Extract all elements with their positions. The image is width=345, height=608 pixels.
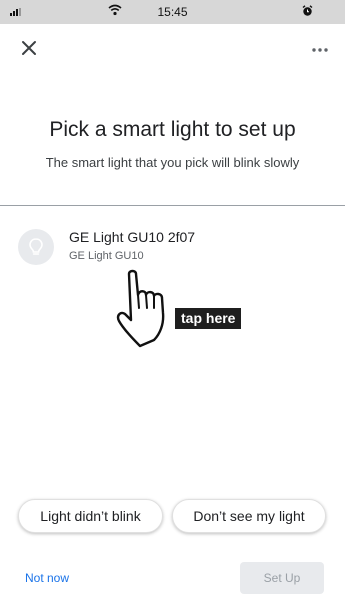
more-horiz-icon: [312, 48, 328, 52]
divider: [0, 205, 345, 206]
pointing-hand-icon: [116, 269, 165, 348]
device-name: GE Light GU10 2f07: [69, 229, 196, 245]
status-bar: 15:45: [0, 0, 345, 24]
tap-here-label: tap here: [175, 308, 242, 329]
close-button[interactable]: [18, 37, 40, 59]
dont-see-my-light-button[interactable]: Don’t see my light: [172, 499, 326, 533]
device-model: GE Light GU10: [69, 250, 144, 262]
lightbulb-icon: [18, 229, 54, 265]
more-options-button[interactable]: [310, 42, 330, 52]
status-time: 15:45: [157, 5, 188, 19]
alarm-icon: [302, 5, 313, 16]
device-list-item[interactable]: GE Light GU10 2f07 GE Light GU10: [0, 222, 345, 272]
not-now-link[interactable]: Not now: [25, 571, 69, 585]
page-subtitle: The smart light that you pick will blink…: [45, 155, 300, 170]
set-up-button[interactable]: Set Up: [240, 562, 324, 594]
close-icon: [22, 41, 36, 55]
page-title: Pick a smart light to set up: [49, 118, 296, 141]
light-didnt-blink-button[interactable]: Light didn’t blink: [18, 499, 163, 533]
